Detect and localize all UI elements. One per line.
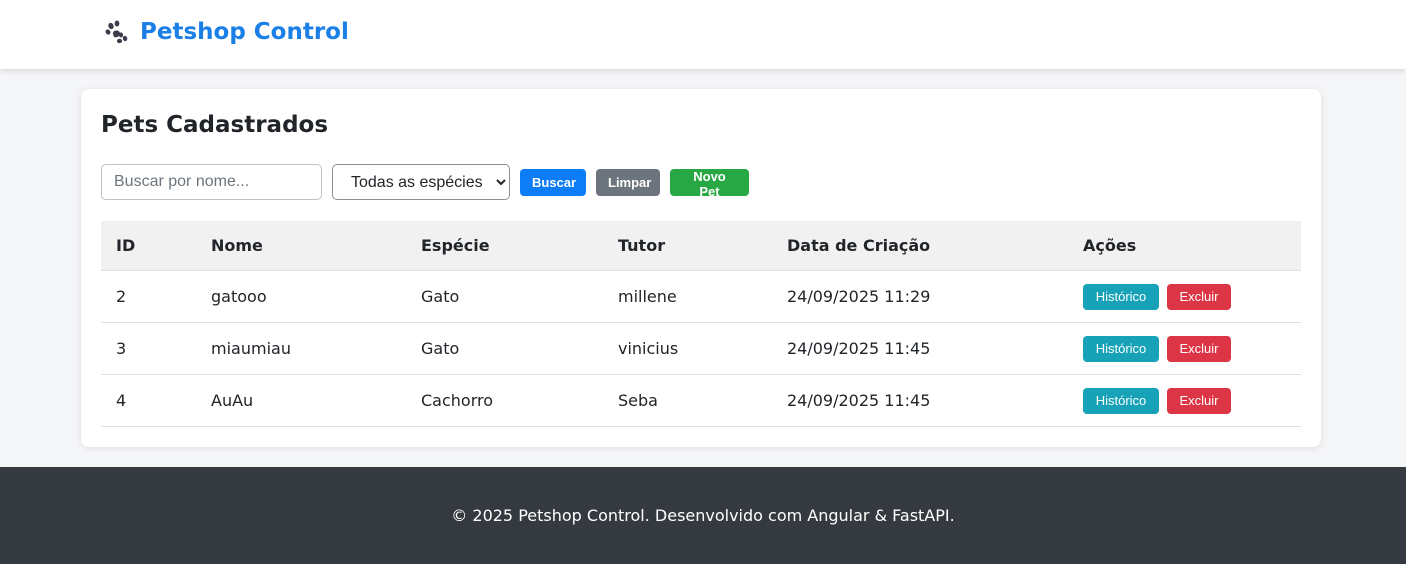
filter-toolbar: Todas as espécies Buscar Limpar Novo Pet [101, 164, 749, 200]
column-header-acoes: Ações [1068, 221, 1301, 271]
footer-text: © 2025 Petshop Control. Desenvolvido com… [451, 506, 955, 525]
cell-id: 3 [101, 322, 196, 375]
column-header-nome: Nome [196, 221, 406, 271]
table-row: 2 gatooo Gato millene 24/09/2025 11:29 H… [101, 270, 1301, 323]
delete-button[interactable]: Excluir [1167, 387, 1231, 414]
search-button[interactable]: Buscar [520, 168, 586, 196]
cell-tutor: millene [603, 270, 772, 323]
cell-tutor: vinicius [603, 322, 772, 375]
cell-id: 4 [101, 374, 196, 427]
app-footer: © 2025 Petshop Control. Desenvolvido com… [0, 467, 1406, 564]
cell-acoes: Histórico Excluir [1068, 270, 1301, 323]
table-row: 4 AuAu Cachorro Seba 24/09/2025 11:45 Hi… [101, 374, 1301, 427]
cell-acoes: Histórico Excluir [1068, 374, 1301, 427]
table-row: 3 miaumiau Gato vinicius 24/09/2025 11:4… [101, 322, 1301, 375]
pets-card: Pets Cadastrados Todas as espécies Busca… [81, 89, 1321, 447]
new-pet-button[interactable]: Novo Pet [670, 168, 749, 199]
delete-button[interactable]: Excluir [1167, 283, 1231, 310]
brand-title[interactable]: Petshop Control [140, 19, 349, 45]
table-header-row: ID Nome Espécie Tutor Data de Criação Aç… [101, 221, 1301, 271]
app-header: Petshop Control [0, 0, 1406, 69]
species-select[interactable]: Todas as espécies [332, 164, 510, 200]
cell-data: 24/09/2025 11:45 [772, 374, 1068, 427]
cell-especie: Gato [406, 322, 603, 375]
clear-button[interactable]: Limpar [596, 168, 660, 196]
paw-icon [104, 19, 130, 45]
column-header-data: Data de Criação [772, 221, 1068, 271]
cell-id: 2 [101, 270, 196, 323]
page-title: Pets Cadastrados [101, 112, 329, 138]
column-header-tutor: Tutor [603, 221, 772, 271]
history-button[interactable]: Histórico [1083, 387, 1159, 414]
cell-data: 24/09/2025 11:45 [772, 322, 1068, 375]
brand[interactable]: Petshop Control [104, 19, 349, 45]
cell-nome: gatooo [196, 270, 406, 323]
cell-especie: Gato [406, 270, 603, 323]
column-header-id: ID [101, 221, 196, 271]
history-button[interactable]: Histórico [1083, 283, 1159, 310]
cell-especie: Cachorro [406, 374, 603, 427]
cell-tutor: Seba [603, 374, 772, 427]
history-button[interactable]: Histórico [1083, 335, 1159, 362]
cell-acoes: Histórico Excluir [1068, 322, 1301, 375]
pets-table: ID Nome Espécie Tutor Data de Criação Aç… [101, 221, 1301, 427]
column-header-especie: Espécie [406, 221, 603, 271]
cell-nome: miaumiau [196, 322, 406, 375]
cell-data: 24/09/2025 11:29 [772, 270, 1068, 323]
delete-button[interactable]: Excluir [1167, 335, 1231, 362]
cell-nome: AuAu [196, 374, 406, 427]
search-input[interactable] [101, 164, 322, 200]
